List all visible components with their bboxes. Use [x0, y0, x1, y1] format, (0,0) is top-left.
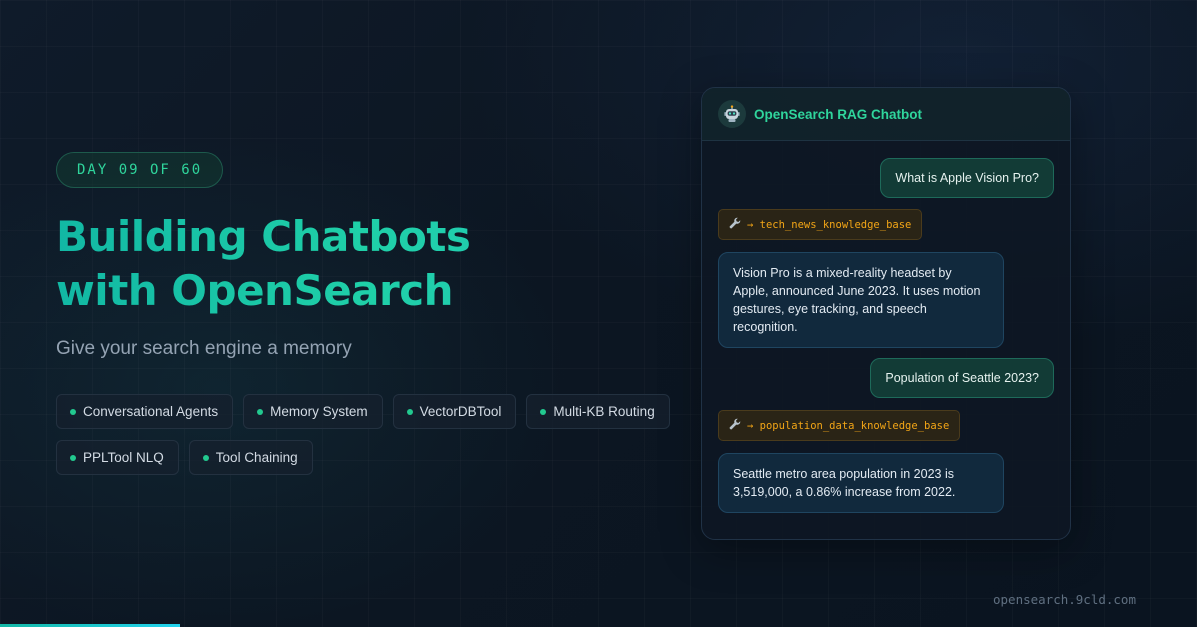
robot-icon — [718, 100, 746, 128]
subtitle: Give your search engine a memory — [56, 338, 352, 359]
title-line-2: with OpenSearch — [56, 266, 454, 315]
tag-label: VectorDBTool — [419, 404, 502, 419]
wrench-icon — [729, 418, 741, 433]
tag-conversational-agents: Conversational Agents — [56, 394, 234, 429]
tag-tool-chaining: Tool Chaining — [188, 440, 313, 475]
tag-label: Conversational Agents — [83, 404, 219, 419]
chat-window: OpenSearch RAG Chatbot What is Apple Vis… — [701, 87, 1071, 540]
tag-label: Memory System — [270, 404, 368, 419]
bullet-dot-icon — [202, 454, 209, 461]
user-message: What is Apple Vision Pro? — [880, 158, 1054, 198]
site-url: opensearch.9cld.com — [993, 592, 1136, 607]
chat-messages: What is Apple Vision Pro? → tech_news_kn… — [702, 141, 1070, 539]
tag-multi-kb-routing: Multi-KB Routing — [526, 394, 670, 429]
wrench-icon — [729, 217, 741, 232]
bot-message: Vision Pro is a mixed-reality headset by… — [718, 252, 1004, 348]
tool-call-badge: → population_data_knowledge_base — [718, 410, 961, 441]
tag-label: Tool Chaining — [215, 450, 298, 465]
bullet-dot-icon — [70, 408, 76, 415]
user-message: Population of Seattle 2023? — [870, 358, 1054, 398]
tag-label: PPLTool NLQ — [83, 450, 164, 465]
tag-ppltool-nlq: PPLTool NLQ — [56, 440, 179, 475]
title-line-1: Building Chatbots — [56, 212, 471, 261]
bullet-dot-icon — [540, 408, 547, 415]
topic-tags: Conversational Agents Memory System Vect… — [56, 394, 696, 475]
bullet-dot-icon — [257, 408, 264, 415]
tool-call-badge: → tech_news_knowledge_base — [718, 209, 923, 240]
page-title: Building Chatbots with OpenSearch — [56, 210, 616, 318]
tag-vectordbtool: VectorDBTool — [392, 394, 517, 429]
tool-call-label: → tech_news_knowledge_base — [747, 218, 912, 231]
bot-message: Seattle metro area population in 2023 is… — [718, 453, 1004, 513]
tool-call-label: → population_data_knowledge_base — [747, 419, 950, 432]
tag-memory-system: Memory System — [243, 394, 383, 429]
bullet-dot-icon — [70, 454, 76, 461]
chat-title: OpenSearch RAG Chatbot — [754, 106, 923, 122]
day-badge: DAY 09 OF 60 — [56, 152, 224, 188]
chat-header: OpenSearch RAG Chatbot — [702, 88, 1070, 141]
bullet-dot-icon — [406, 408, 413, 415]
tag-label: Multi-KB Routing — [553, 404, 655, 419]
